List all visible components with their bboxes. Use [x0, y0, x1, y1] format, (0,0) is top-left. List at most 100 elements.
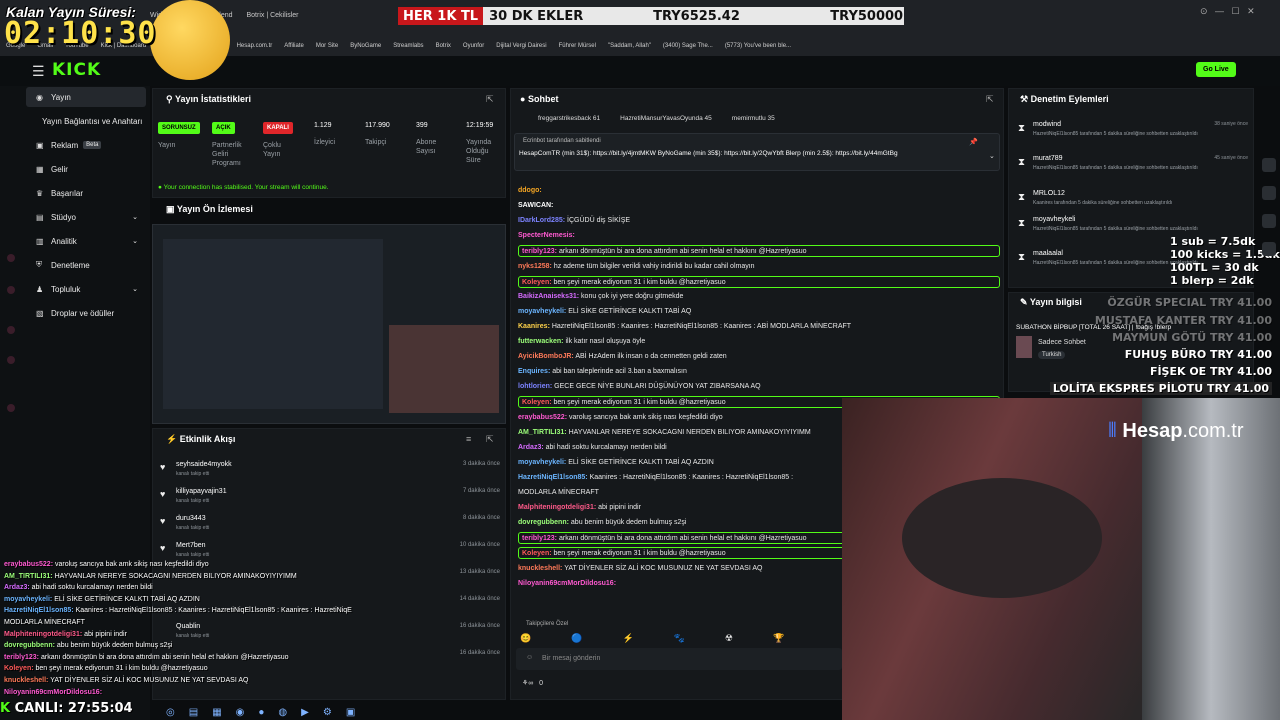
rail-button[interactable] — [1262, 214, 1276, 228]
window-controls[interactable]: ⊙ — ☐ ✕ — [1200, 6, 1255, 17]
chat-message[interactable]: BaikizAnaiseks31: konu çok iyi yere doğr… — [518, 291, 1000, 303]
chat-username[interactable]: Enquires: — [518, 368, 550, 375]
popout-icon[interactable]: ⇱ — [986, 94, 994, 105]
mod-user[interactable]: maalaalal — [1033, 250, 1063, 257]
browser-tab[interactable]: Botrix | Cekilisler — [247, 12, 299, 19]
sidebar-item-droplar[interactable]: ▧ Droplar ve ödüller — [26, 303, 146, 323]
points-display[interactable]: ⚘∞ 0 — [522, 679, 543, 687]
popout-icon[interactable]: ⇱ — [486, 94, 494, 105]
chat-username[interactable]: Koleyen: — [522, 279, 552, 286]
rail-button[interactable] — [1262, 158, 1276, 172]
emoji-icon[interactable]: ☺ — [526, 654, 533, 661]
chat-username[interactable]: Koleyen: — [522, 550, 552, 557]
stream-preview[interactable] — [152, 224, 506, 424]
chat-username[interactable]: SpecterNemesis: — [518, 232, 575, 239]
feed-user[interactable]: Mert7ben — [176, 542, 206, 549]
sidebar-item-reklam[interactable]: ▣ Reklam Beta — [26, 135, 146, 155]
bookmark-item[interactable]: Dijital Vergi Dairesi — [496, 43, 546, 49]
discord-icon[interactable]: ◎ — [166, 707, 175, 718]
bookmark-item[interactable]: Führer Mürsel — [559, 43, 596, 49]
youtube-icon[interactable]: ▶ — [301, 707, 309, 718]
chat-message[interactable]: AyicikBomboJR: ABİ HzAdem ilk insan o da… — [518, 351, 1000, 363]
feed-user[interactable]: killiyapayvajin31 — [176, 488, 227, 495]
chat-username[interactable]: SAWICAN: — [518, 202, 553, 209]
sidebar-item-analitik[interactable]: ▥ Analitik ⌄ — [26, 231, 146, 251]
sidebar-item-yayin[interactable]: ◉ Yayın — [26, 87, 146, 107]
browser-icon[interactable]: ◉ — [236, 707, 245, 718]
chat-username[interactable]: teribly123: — [522, 248, 557, 255]
sidebar-item-stream-key[interactable]: Yayın Bağlantısı ve Anahtarı — [26, 111, 146, 131]
popout-icon[interactable]: ⇱ — [486, 434, 494, 445]
gifter[interactable]: HazretiMansurYavasOyunda 45 — [620, 115, 712, 122]
chat-username[interactable]: lohtlorien: — [518, 383, 552, 390]
gifter[interactable]: memirmutlu 35 — [732, 115, 775, 122]
chat-username[interactable]: dovregubbenn: — [518, 519, 569, 526]
sidebar-item-topluluk[interactable]: ♟ Topluluk ⌄ — [26, 279, 146, 299]
bookmark-item[interactable]: Hesap.com.tr — [237, 43, 273, 49]
chat-username[interactable]: futterwacken: — [518, 338, 564, 345]
chat-username[interactable]: AM_TIRTILI31: — [518, 429, 567, 436]
menu-icon[interactable]: ☰ — [32, 63, 45, 80]
chat-username[interactable]: moyavheykeli: — [518, 308, 566, 315]
chat-message[interactable]: futterwacken: ilk katır nasıl oluşuya öy… — [518, 336, 1000, 348]
chat-username[interactable]: knuckleshell: — [518, 565, 562, 572]
chat-username[interactable]: BaikizAnaiseks31: — [518, 293, 579, 300]
rail-button[interactable] — [1262, 242, 1276, 256]
steam-icon[interactable]: ⚙ — [323, 707, 332, 718]
mod-user[interactable]: murat789 — [1033, 155, 1063, 162]
chat-message[interactable]: Enquires: abi ban taleplerinde acil 3.ba… — [518, 366, 1000, 378]
category-name[interactable]: Sadece Sohbet — [1038, 339, 1086, 346]
bookmark-item[interactable]: (3400) Sage The... — [663, 43, 713, 49]
chat-message[interactable]: Koleyen: ben şeyi merak ediyorum 31 i ki… — [518, 275, 1000, 288]
chat-username[interactable]: ddogo: — [518, 187, 542, 194]
filter-icon[interactable]: ≡ — [466, 434, 471, 444]
chat-message[interactable]: SpecterNemesis: — [518, 230, 1000, 242]
sidebar-item-studyo[interactable]: ▤ Stüdyo ⌄ — [26, 207, 146, 227]
bookmark-item[interactable]: Botrix — [436, 43, 451, 49]
chat-message[interactable]: IDarkLord285: İÇGÜDÜ diş SİKİŞE — [518, 215, 1000, 227]
go-live-button[interactable]: Go Live — [1196, 62, 1236, 77]
bookmark-item[interactable]: ByNoGame — [350, 43, 381, 49]
app-icon[interactable]: ▣ — [346, 707, 355, 718]
bookmark-item[interactable]: Oyunfor — [463, 43, 484, 49]
mod-user[interactable]: moyavheykeli — [1033, 216, 1075, 223]
pin-icon[interactable]: 📌 — [969, 138, 978, 146]
chat-username[interactable]: Koleyen: — [522, 399, 552, 406]
chat-username[interactable]: Niloyanin69cmMorDildosu16: — [518, 580, 616, 587]
folder-icon[interactable]: ▤ — [189, 707, 198, 718]
emote-icon[interactable]: 🏆 — [773, 633, 784, 645]
rail-button[interactable] — [1262, 186, 1276, 200]
emote-icon[interactable]: 😊 — [520, 633, 531, 645]
bookmark-item[interactable]: Streamlabs — [393, 43, 423, 49]
chat-username[interactable]: moyavheykeli: — [518, 459, 566, 466]
gifter[interactable]: freggarstrikesback 61 — [538, 115, 600, 122]
chat-input-box[interactable]: ☺ Bir mesaj gönderin — [516, 648, 842, 670]
chat-message[interactable]: moyavheykeli: ELİ SİKE GETİRİNCE KALKTI … — [518, 306, 1000, 318]
chat-username[interactable]: Ardaz3: — [518, 444, 544, 451]
mod-user[interactable]: MRLOL12 — [1033, 190, 1065, 197]
chat-username[interactable]: HazretiNiqEl1lson85: — [518, 474, 588, 481]
feed-user[interactable]: duru3443 — [176, 515, 206, 522]
kick-logo[interactable]: KICK — [52, 60, 101, 80]
sidebar-item-gelir[interactable]: ▦ Gelir — [26, 159, 146, 179]
mod-user[interactable]: modwind — [1033, 121, 1061, 128]
chevron-down-icon[interactable]: ⌄ — [989, 152, 995, 160]
chat-message[interactable]: SAWICAN: — [518, 200, 1000, 212]
feed-user[interactable]: Quablin — [176, 623, 200, 630]
chat-username[interactable]: AyicikBomboJR: — [518, 353, 574, 360]
chat-message[interactable]: nyks1258: hz ademe tüm bilgiler verildi … — [518, 261, 1000, 273]
chat-username[interactable]: eraybabus522: — [518, 414, 567, 421]
bookmark-item[interactable]: (5773) You've been ble... — [725, 43, 791, 49]
feed-user[interactable]: seyhsaide4myokk — [176, 461, 232, 468]
emote-icon[interactable]: 🔵 — [571, 633, 582, 645]
chat-message[interactable]: lohtlorien: GECE GECE NİYE BUNLARI DÜŞÜN… — [518, 381, 1000, 393]
sidebar-item-denetleme[interactable]: ⛨ Denetleme — [26, 255, 146, 275]
bookmark-item[interactable]: Affiliate — [284, 43, 304, 49]
chat-username[interactable]: teribly123: — [522, 535, 557, 542]
bookmark-item[interactable]: "Saddam, Allah" — [608, 43, 651, 49]
chat-username[interactable]: IDarkLord285: — [518, 217, 565, 224]
chat-username[interactable]: Malphiteningotdeligi31: — [518, 504, 596, 511]
chat-message[interactable]: Kaanires: HazretiNiqEl1lson85 : Kaanires… — [518, 321, 1000, 333]
emote-icon[interactable]: 🐾 — [674, 633, 685, 645]
spotify-icon[interactable]: ◍ — [278, 707, 287, 718]
